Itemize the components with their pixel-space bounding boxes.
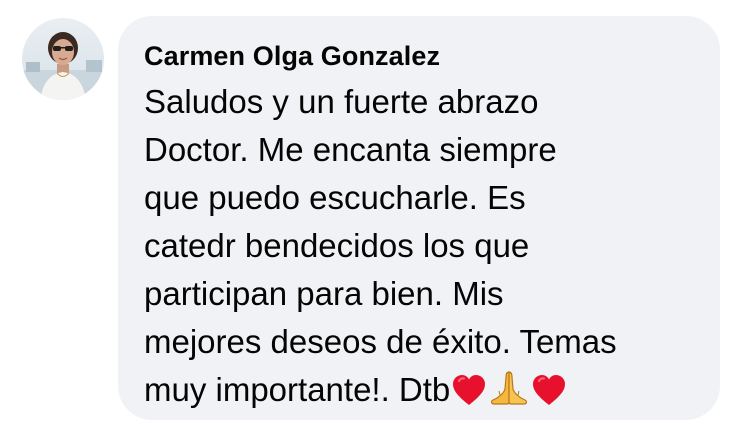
- comment-bubble: Carmen Olga Gonzalez Saludos y un fuerte…: [118, 16, 720, 420]
- avatar[interactable]: [22, 18, 104, 100]
- comment-text: Saludos y un fuerte abrazo Doctor. Me en…: [144, 78, 694, 420]
- comment-author[interactable]: Carmen Olga Gonzalez: [144, 38, 694, 74]
- profile-photo: [22, 18, 104, 100]
- red-heart-icon: [531, 372, 567, 420]
- folded-hands-icon: [488, 369, 530, 420]
- red-heart-icon: [451, 372, 487, 420]
- comment-body: Saludos y un fuerte abrazo Doctor. Me en…: [144, 83, 617, 408]
